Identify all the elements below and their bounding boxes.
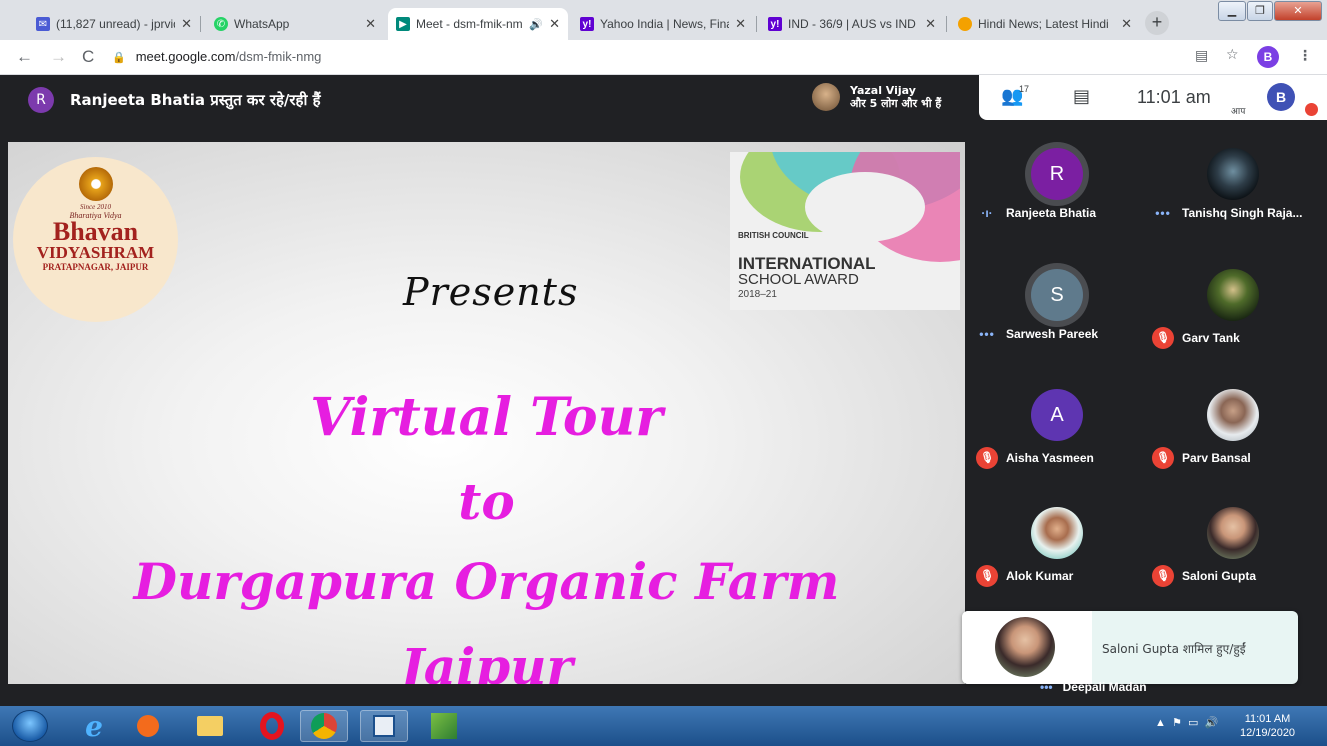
participant-tile[interactable]: ••• Deepali Madan	[1040, 680, 1147, 694]
close-tab-icon[interactable]: ✕	[549, 16, 560, 32]
participant-tile[interactable]: ••• Tanishq Singh Raja...	[1152, 144, 1322, 256]
join-notification: Saloni Gupta शामिल हुए/हुईं	[962, 611, 1298, 684]
participant-tile[interactable]: 🎙 Parv Bansal	[1152, 385, 1322, 497]
internet-explorer-icon[interactable]: e	[70, 710, 118, 743]
close-tab-icon[interactable]: ✕	[925, 16, 936, 32]
tab-whatsapp[interactable]: ✆ WhatsApp ✕	[206, 8, 384, 40]
participant-tile[interactable]: R ·ı· Ranjeeta Bhatia	[976, 144, 1146, 256]
opera-icon[interactable]	[248, 710, 296, 742]
mic-off-icon	[1305, 103, 1318, 116]
active-speakers[interactable]: Yazal Vijay और 5 लोग और भी हैं	[812, 80, 974, 114]
slide-title-line1: Virtual Tour	[310, 387, 663, 448]
slide-title-line2: to	[458, 472, 515, 531]
participant-tile[interactable]: A 🎙 Aisha Yasmeen	[976, 385, 1146, 497]
mic-off-icon: 🎙	[976, 565, 998, 587]
british-council-award: BRITISH COUNCIL INTERNATIONAL SCHOOL AWA…	[730, 152, 960, 310]
tab-hindi-news[interactable]: Hindi News; Latest Hindi ✕	[950, 8, 1140, 40]
close-window-button[interactable]: ✕	[1274, 1, 1322, 21]
tab-mail[interactable]: ✉ (11,827 unread) - jprvidy ✕	[28, 8, 200, 40]
avatar: A	[1031, 389, 1083, 441]
avatar: S	[1031, 269, 1083, 321]
close-tab-icon[interactable]: ✕	[181, 16, 192, 32]
avatar	[995, 617, 1055, 677]
yahoo-icon: y!	[768, 17, 782, 31]
address-bar[interactable]: 🔒 meet.google.com/dsm-fmik-nmg	[112, 44, 1212, 70]
profile-avatar[interactable]: B	[1257, 46, 1279, 68]
meet-icon: ▶	[396, 17, 410, 31]
back-icon[interactable]: ←	[16, 47, 33, 67]
avatar	[1207, 269, 1259, 321]
bookmark-star-icon[interactable]: ☆	[1226, 46, 1239, 63]
mic-off-icon: 🎙	[1152, 327, 1174, 349]
translate-icon[interactable]: ▤	[1195, 47, 1208, 64]
participant-tile[interactable]: 🎙 Garv Tank	[1152, 265, 1322, 377]
slide-title-line3: Durgapura Organic Farm	[133, 552, 840, 611]
school-logo: Since 2010 Bharatiya Vidya Bhavan VIDYAS…	[13, 157, 178, 322]
tab-cricket[interactable]: y! IND - 36/9 | AUS vs IND ✕	[760, 8, 944, 40]
speaking-icon: ·ı·	[981, 206, 993, 220]
avatar: R	[28, 87, 54, 113]
participant-tile[interactable]: 🎙 Alok Kumar	[976, 503, 1146, 615]
mic-off-icon: 🎙	[1152, 565, 1174, 587]
presentation-slide: Since 2010 Bharatiya Vidya Bhavan VIDYAS…	[8, 142, 965, 684]
chat-icon[interactable]: ▤	[1073, 86, 1090, 107]
mic-off-icon: 🎙	[976, 447, 998, 469]
yahoo-icon: y!	[580, 17, 594, 31]
tab-meet[interactable]: ▶ Meet - dsm-fmik-nm 🔊 ✕	[388, 8, 568, 40]
close-tab-icon[interactable]: ✕	[1121, 16, 1132, 32]
system-tray[interactable]: ▲ ⚑ ▭ 🔊	[1155, 716, 1218, 729]
media-player-icon[interactable]	[124, 710, 172, 742]
menu-icon[interactable]: ⋮	[1298, 47, 1312, 64]
forward-icon[interactable]: →	[50, 47, 67, 67]
mail-icon: ✉	[36, 17, 50, 31]
tab-yahoo[interactable]: y! Yahoo India | News, Fina ✕	[572, 8, 754, 40]
avatar: R	[1031, 148, 1083, 200]
avatar	[812, 83, 840, 111]
more-icon: •••	[979, 327, 995, 341]
maximize-button[interactable]: ❐	[1247, 1, 1273, 21]
participant-count: 17	[1019, 84, 1030, 94]
close-tab-icon[interactable]: ✕	[735, 16, 746, 32]
presents-text: Presents	[403, 270, 579, 314]
avatar	[1207, 389, 1259, 441]
windows-taskbar: e ▲ ⚑ ▭ 🔊 11:01 AM 12/19/2020	[0, 706, 1327, 746]
self-avatar[interactable]: B	[1267, 83, 1295, 111]
taskbar-clock[interactable]: 11:01 AM 12/19/2020	[1240, 712, 1295, 740]
chrome-icon[interactable]	[300, 710, 348, 742]
slide-title-line4: Jaipur	[400, 637, 573, 684]
browser-toolbar: ← → C 🔒 meet.google.com/dsm-fmik-nmg ▤ ☆ …	[0, 40, 1327, 75]
reload-icon[interactable]: C	[82, 47, 94, 67]
lock-icon: 🔒	[112, 52, 126, 64]
new-tab-button[interactable]: +	[1145, 11, 1169, 35]
more-icon: •••	[1040, 680, 1053, 694]
news-icon	[958, 17, 972, 31]
avatar	[1207, 148, 1259, 200]
meet-controls-panel: 👥 17 ▤ 11:01 am आप B	[979, 75, 1327, 120]
mic-off-icon: 🎙	[1152, 447, 1174, 469]
file-explorer-icon[interactable]	[186, 710, 234, 742]
presenting-banner: R Ranjeeta Bhatia प्रस्तुत कर रहे/रही है…	[28, 87, 321, 113]
clock: 11:01 am	[1137, 87, 1211, 107]
whatsapp-icon: ✆	[214, 17, 228, 31]
participant-tile[interactable]: 🎙 Saloni Gupta	[1152, 503, 1322, 615]
close-tab-icon[interactable]: ✕	[365, 16, 376, 32]
app-icon[interactable]	[360, 710, 408, 742]
speaker-icon[interactable]: 🔊	[529, 18, 543, 31]
camtasia-icon[interactable]	[420, 710, 468, 742]
start-button[interactable]	[12, 710, 48, 742]
avatar	[1031, 507, 1083, 559]
avatar	[1207, 507, 1259, 559]
more-icon: •••	[1155, 206, 1171, 220]
minimize-button[interactable]: ▁	[1218, 1, 1246, 21]
browser-tab-strip: ✉ (11,827 unread) - jprvidy ✕ ✆ WhatsApp…	[0, 0, 1327, 40]
participant-tile[interactable]: S ••• Sarwesh Pareek	[976, 265, 1146, 377]
seal-icon	[78, 167, 113, 201]
